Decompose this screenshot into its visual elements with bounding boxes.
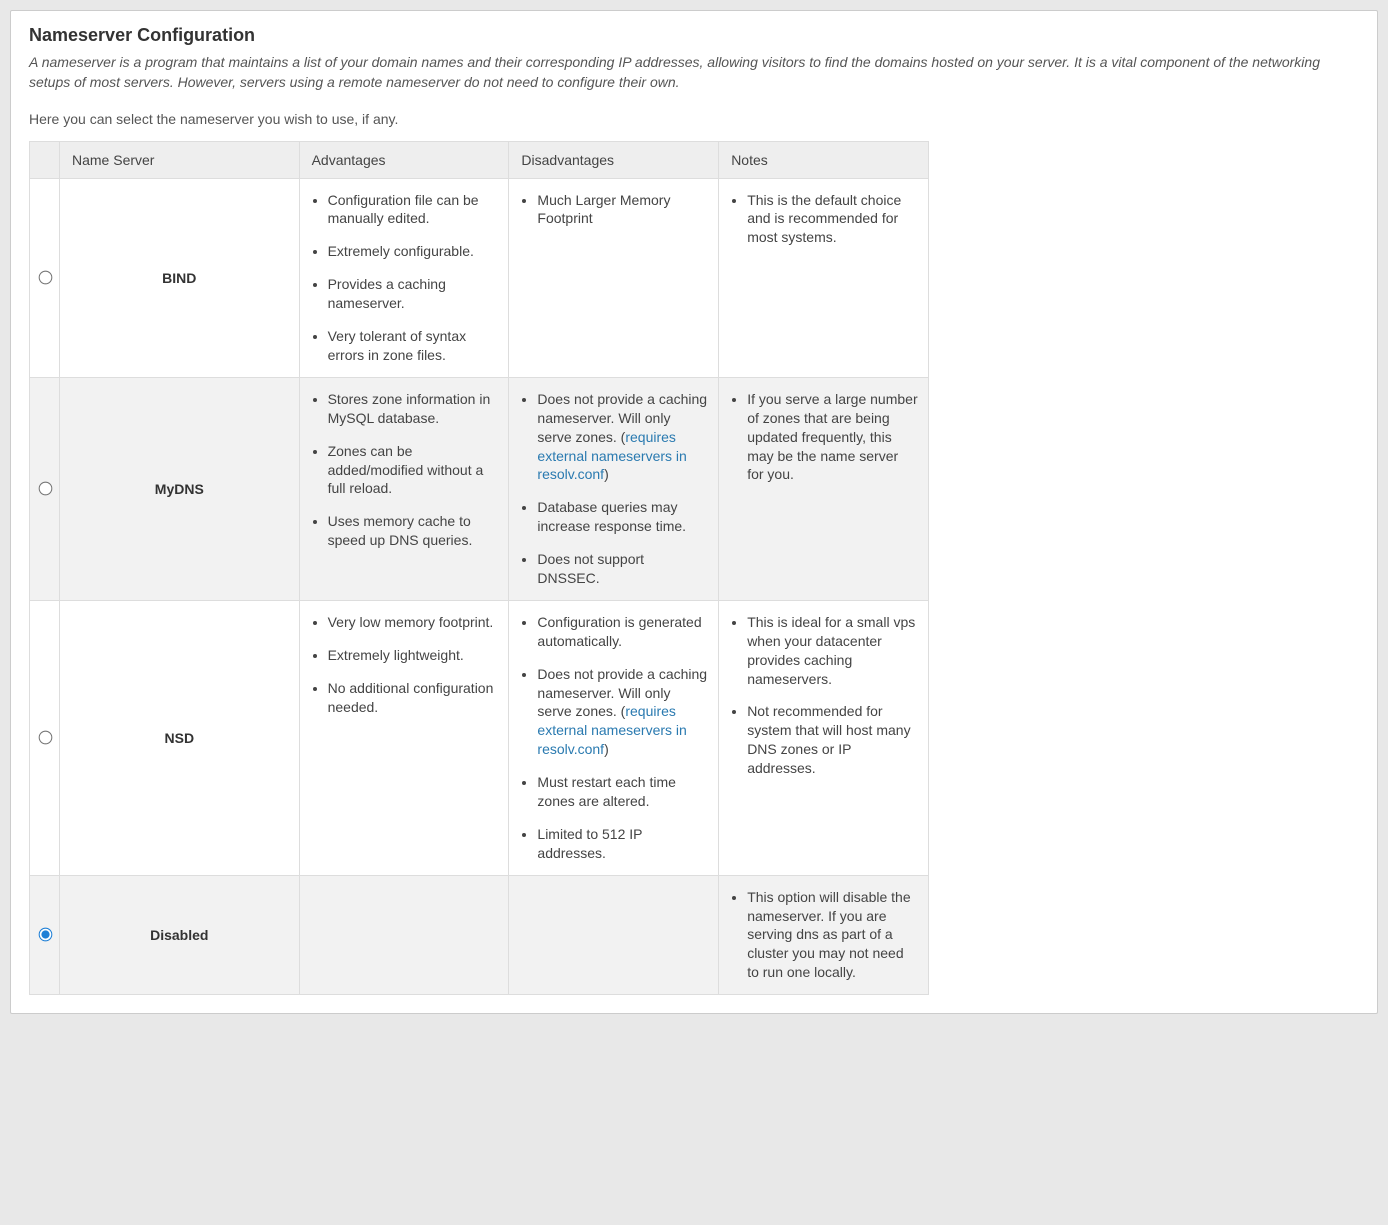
disabled-advantages-cell <box>299 875 509 994</box>
nameserver-config-panel: Nameserver Configuration A nameserver is… <box>10 10 1378 1014</box>
nsd-notes-list: This is ideal for a small vps when your … <box>723 613 918 778</box>
nsd-advantages-list: Very low memory footprint. Extremely lig… <box>304 613 499 717</box>
list-item: Very low memory footprint. <box>328 613 499 632</box>
intro-description: A nameserver is a program that maintains… <box>29 52 1359 93</box>
bind-disadvantages-list: Much Larger Memory Footprint <box>513 191 708 229</box>
name-mydns: MyDNS <box>60 377 300 600</box>
list-item: Stores zone information in MySQL databas… <box>328 390 499 428</box>
list-item: Limited to 512 IP addresses. <box>537 825 708 863</box>
list-item: No additional configuration needed. <box>328 679 499 717</box>
name-nsd: NSD <box>60 600 300 875</box>
disabled-notes-list: This option will disable the nameserver.… <box>723 888 918 982</box>
list-item: Provides a caching nameserver. <box>328 275 499 313</box>
list-item: Extremely configurable. <box>328 242 499 261</box>
text-fragment: Does not provide a caching nameserver. W… <box>537 666 707 720</box>
text-fragment: ) <box>604 741 609 757</box>
radio-nsd[interactable] <box>39 731 53 745</box>
list-item: Much Larger Memory Footprint <box>537 191 708 229</box>
nsd-disadvantages-list: Configuration is generated automatically… <box>513 613 708 863</box>
text-fragment: Does not provide a caching nameserver. W… <box>537 391 707 445</box>
col-name-header: Name Server <box>60 141 300 178</box>
col-disadvantages-header: Disadvantages <box>509 141 719 178</box>
table-row-bind: BIND Configuration file can be manually … <box>30 178 929 377</box>
name-bind: BIND <box>60 178 300 377</box>
list-item: Database queries may increase response t… <box>537 498 708 536</box>
col-radio-header <box>30 141 60 178</box>
radio-bind[interactable] <box>39 271 53 285</box>
list-item: This option will disable the nameserver.… <box>747 888 918 982</box>
list-item: Configuration file can be manually edite… <box>328 191 499 229</box>
col-notes-header: Notes <box>719 141 929 178</box>
mydns-notes-list: If you serve a large number of zones tha… <box>723 390 918 484</box>
list-item: Does not provide a caching nameserver. W… <box>537 390 708 484</box>
list-item: Very tolerant of syntax errors in zone f… <box>328 327 499 365</box>
bind-notes-list: This is the default choice and is recomm… <box>723 191 918 248</box>
radio-mydns[interactable] <box>39 482 53 496</box>
list-item: Extremely lightweight. <box>328 646 499 665</box>
mydns-advantages-list: Stores zone information in MySQL databas… <box>304 390 499 550</box>
nameserver-table: Name Server Advantages Disadvantages Not… <box>29 141 929 996</box>
list-item: Does not support DNSSEC. <box>537 550 708 588</box>
page-title: Nameserver Configuration <box>29 25 1359 46</box>
list-item: Not recommended for system that will hos… <box>747 702 918 778</box>
radio-disabled[interactable] <box>39 928 53 942</box>
intro-select-prompt: Here you can select the nameserver you w… <box>29 111 1359 127</box>
disabled-disadvantages-cell <box>509 875 719 994</box>
bind-advantages-list: Configuration file can be manually edite… <box>304 191 499 365</box>
list-item: This is ideal for a small vps when your … <box>747 613 918 689</box>
list-item: Configuration is generated automatically… <box>537 613 708 651</box>
col-advantages-header: Advantages <box>299 141 509 178</box>
list-item: Does not provide a caching nameserver. W… <box>537 665 708 759</box>
list-item: Must restart each time zones are altered… <box>537 773 708 811</box>
list-item: Uses memory cache to speed up DNS querie… <box>328 512 499 550</box>
table-row-disabled: Disabled This option will disable the na… <box>30 875 929 994</box>
list-item: Zones can be added/modified without a fu… <box>328 442 499 499</box>
mydns-disadvantages-list: Does not provide a caching nameserver. W… <box>513 390 708 588</box>
table-header-row: Name Server Advantages Disadvantages Not… <box>30 141 929 178</box>
table-row-nsd: NSD Very low memory footprint. Extremely… <box>30 600 929 875</box>
table-row-mydns: MyDNS Stores zone information in MySQL d… <box>30 377 929 600</box>
name-disabled: Disabled <box>60 875 300 994</box>
list-item: This is the default choice and is recomm… <box>747 191 918 248</box>
list-item: If you serve a large number of zones tha… <box>747 390 918 484</box>
text-fragment: ) <box>604 466 609 482</box>
